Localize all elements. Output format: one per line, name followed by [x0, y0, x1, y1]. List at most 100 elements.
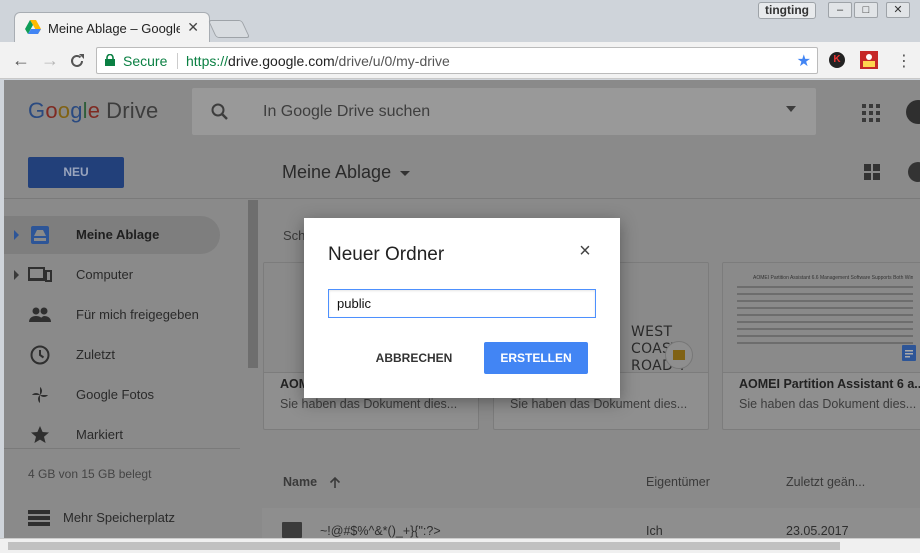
my-drive-icon: [31, 226, 49, 244]
folder-icon: [282, 522, 302, 538]
computer-icon: [28, 267, 52, 282]
logo-letter: e: [87, 98, 101, 123]
people-icon: [29, 307, 51, 322]
back-arrow-icon[interactable]: ←: [12, 50, 30, 71]
doc-line: [737, 314, 913, 316]
dialog-title: Neuer Ordner: [328, 244, 445, 265]
logo-letter: o: [57, 98, 71, 123]
url-host: drive.google.com: [228, 53, 335, 69]
slides-icon: [673, 350, 685, 360]
row-modified: 23.05.2017: [786, 524, 849, 538]
logo-letter: o: [45, 98, 58, 123]
reload-icon[interactable]: [68, 52, 86, 70]
tab-close-icon[interactable]: ✕: [187, 19, 199, 36]
address-bar[interactable]: Secure https://drive.google.com/drive/u/…: [96, 47, 818, 74]
doc-line: [737, 342, 913, 344]
column-name[interactable]: Name: [283, 475, 317, 489]
apps-grid-icon[interactable]: [862, 104, 880, 122]
file-card-name: AOMEI Partition Assistant 6 a...: [739, 377, 920, 391]
star-icon: [31, 426, 49, 443]
doc-line: [737, 293, 913, 295]
drive-favicon-icon: [25, 20, 41, 34]
sidebar-item-label: Markiert: [76, 427, 123, 442]
sidebar-item-label: Für mich freigegeben: [76, 307, 199, 322]
table-row[interactable]: ~!@#$%^&*()_+}{":?> Ich 23.05.2017: [262, 508, 920, 538]
sidebar-divider: [4, 448, 240, 449]
more-storage-link[interactable]: Mehr Speicherplatz: [28, 508, 248, 528]
search-icon[interactable]: [210, 102, 230, 122]
url-text: https://drive.google.com/drive/u/0/my-dr…: [186, 53, 450, 69]
location-dropdown-icon[interactable]: [400, 171, 410, 176]
file-card[interactable]: AOMEI Partition Assistant 6.6 Management…: [722, 262, 920, 430]
doc-line: [737, 307, 913, 309]
doc-line: [737, 321, 913, 323]
google-drive-logo[interactable]: Google Drive: [28, 98, 159, 124]
doc-line: [737, 335, 913, 337]
off-badge-icon: [860, 51, 878, 69]
doc-line: [737, 300, 913, 302]
expand-arrow-icon[interactable]: [14, 230, 19, 240]
sidebar-item-label: Computer: [76, 267, 134, 282]
clock-icon: [30, 345, 50, 365]
sidebar-item-label: Zuletzt: [76, 347, 116, 362]
row-name: ~!@#$%^&*()_+}{":?>: [320, 524, 441, 538]
extension-off-icon[interactable]: [860, 51, 878, 69]
file-list-header: Name Eigentümer Zuletzt geän...: [262, 468, 920, 498]
browser-titlebar: Meine Ablage – Google Drive ✕ tingting ‒…: [0, 0, 920, 42]
sidebar-item-photos[interactable]: Google Fotos: [4, 376, 220, 414]
details-icon[interactable]: [908, 162, 920, 182]
folder-name-input[interactable]: [328, 289, 596, 318]
file-card-subtitle: Sie haben das Dokument dies...: [280, 397, 458, 411]
sort-arrow-up-icon[interactable]: [329, 476, 341, 489]
scrollbar-thumb[interactable]: [8, 542, 840, 550]
slides-badge: [665, 341, 693, 369]
docs-icon: [902, 345, 916, 361]
cancel-button[interactable]: ABBRECHEN: [368, 342, 460, 374]
new-tab-button[interactable]: [207, 20, 251, 38]
account-avatar[interactable]: [906, 100, 920, 124]
sidebar-item-shared[interactable]: Für mich freigegeben: [4, 296, 220, 334]
file-card-subtitle: Sie haben das Dokument dies...: [739, 397, 917, 411]
window-close-icon[interactable]: ✕: [886, 2, 910, 18]
logo-letter: g: [70, 98, 83, 123]
search-input[interactable]: In Google Drive suchen: [263, 103, 430, 121]
file-thumbnail: AOMEI Partition Assistant 6.6 Management…: [723, 263, 920, 373]
header-divider: [4, 198, 920, 199]
forward-arrow-icon[interactable]: →: [41, 50, 59, 71]
expand-arrow-icon[interactable]: [14, 270, 19, 280]
bookmark-star-icon[interactable]: ★: [797, 51, 811, 71]
create-button[interactable]: ERSTELLEN: [484, 342, 588, 374]
sidebar-item-label: Meine Ablage: [76, 227, 160, 242]
storage-list-icon: [28, 510, 50, 526]
column-modified[interactable]: Zuletzt geän...: [786, 475, 865, 489]
lock-icon: [105, 54, 115, 66]
sidebar-item-computer[interactable]: Computer: [4, 256, 220, 294]
profile-badge[interactable]: tingting: [758, 2, 816, 19]
minimize-icon[interactable]: ‒: [828, 2, 852, 18]
search-bar[interactable]: In Google Drive suchen: [192, 88, 816, 135]
doc-line: [737, 286, 913, 288]
sidebar-item-recent[interactable]: Zuletzt: [4, 336, 220, 374]
search-options-icon[interactable]: [786, 106, 796, 112]
logo-drive-word: Drive: [106, 98, 159, 123]
row-owner: Ich: [646, 524, 663, 538]
omnibox-divider: [177, 53, 178, 69]
url-scheme: https://: [186, 53, 229, 69]
logo-letter: G: [28, 98, 46, 123]
section-label: Sch: [283, 228, 306, 243]
maximize-icon[interactable]: □: [854, 2, 878, 18]
storage-usage: 4 GB von 15 GB belegt: [28, 467, 152, 481]
horizontal-scrollbar[interactable]: [0, 538, 920, 553]
browser-menu-icon[interactable]: ⋮: [896, 51, 912, 71]
more-storage-label: Mehr Speicherplatz: [63, 510, 175, 525]
close-icon[interactable]: ×: [576, 241, 594, 261]
grid-view-icon[interactable]: [864, 164, 880, 180]
location-title[interactable]: Meine Ablage: [282, 162, 391, 183]
sidebar-scrollbar[interactable]: [248, 200, 258, 368]
sidebar-item-my-drive[interactable]: Meine Ablage: [4, 216, 220, 254]
column-owner[interactable]: Eigentümer: [646, 475, 710, 489]
tab-title: Meine Ablage – Google Drive: [48, 21, 180, 36]
browser-tab[interactable]: Meine Ablage – Google Drive ✕: [14, 12, 210, 42]
extension-k-icon[interactable]: K: [829, 52, 845, 68]
new-button[interactable]: NEU: [28, 157, 124, 188]
